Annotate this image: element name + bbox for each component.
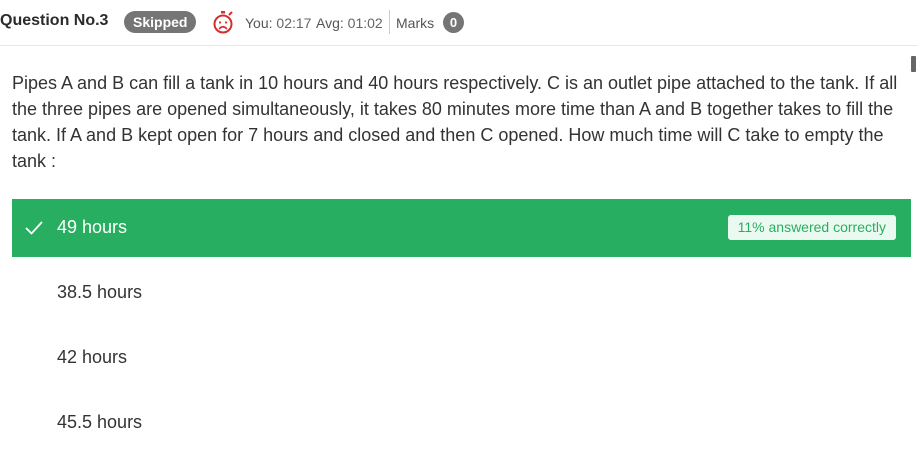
question-review-page: Question No.3 Skipped You: 02:17 Avg: 01… [0,0,917,453]
answered-correctly-badge: 11% answered correctly [727,215,896,240]
question-number: Question No.3 [0,12,109,29]
option-3[interactable]: 42 hours [12,329,911,387]
option-label: 38.5 hours [57,282,143,302]
your-time-label: You: [245,15,273,31]
status-badge: Skipped [124,11,197,33]
sad-stopwatch-icon [211,10,235,34]
checkmark-icon [25,220,43,236]
option-1-correct[interactable]: 49 hours 11% answered correctly [12,199,911,257]
option-label: 49 hours [57,217,128,237]
average-time-value: 01:02 [347,15,383,31]
your-time: You: 02:17 [245,15,311,31]
average-time: Avg: 01:02 [316,15,383,31]
option-label: 45.5 hours [57,412,143,432]
option-4[interactable]: 45.5 hours [12,394,911,452]
your-time-value: 02:17 [276,15,312,31]
marks-label: Marks [396,15,435,31]
average-time-label: Avg: [316,15,344,31]
header-divider [389,10,390,34]
marks-badge: 0 [443,12,464,33]
option-2[interactable]: 38.5 hours [12,264,911,322]
question-header: Question No.3 Skipped You: 02:17 Avg: 01… [0,0,917,46]
option-label: 42 hours [57,347,128,367]
question-text: Pipes A and B can fill a tank in 10 hour… [12,73,898,171]
